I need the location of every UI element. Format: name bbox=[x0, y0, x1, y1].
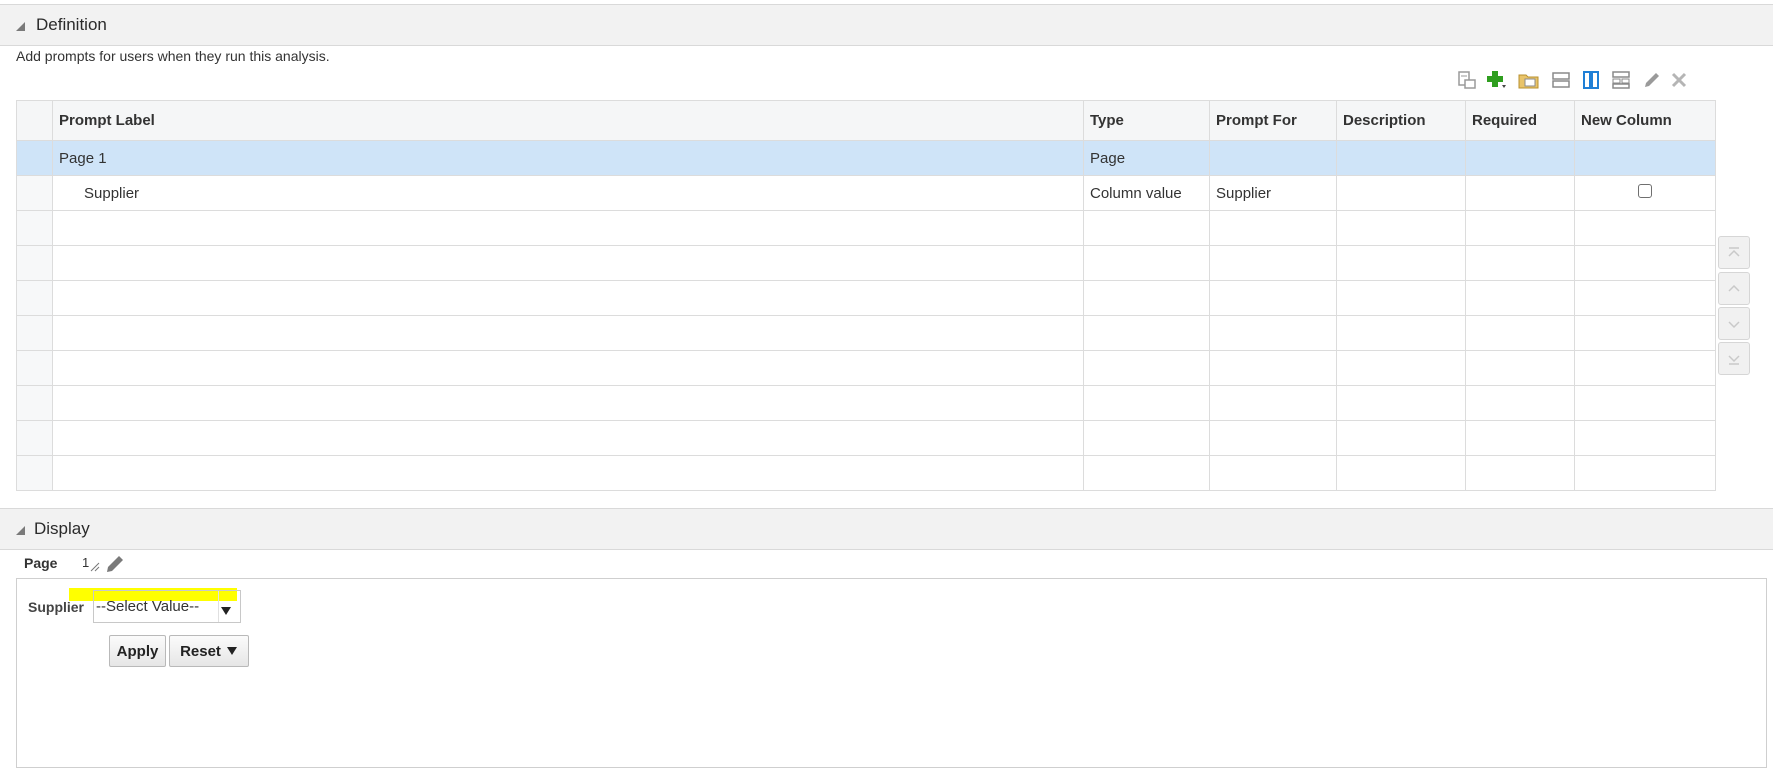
reset-button[interactable]: Reset bbox=[169, 635, 249, 667]
cell-required bbox=[1465, 175, 1575, 211]
row-selector[interactable] bbox=[16, 175, 53, 211]
chevron-down-icon bbox=[1728, 320, 1740, 328]
column-layout-icon[interactable] bbox=[1579, 68, 1603, 92]
cell-prompt-for bbox=[1209, 140, 1337, 176]
column-header-required[interactable]: Required bbox=[1465, 100, 1575, 141]
definition-title: Definition bbox=[36, 15, 107, 34]
table-header-row: Prompt Label Type Prompt For Description… bbox=[16, 100, 1716, 141]
empty-row bbox=[16, 350, 1716, 386]
column-header-type[interactable]: Type bbox=[1083, 100, 1210, 141]
supplier-select[interactable]: --Select Value-- bbox=[93, 590, 241, 623]
collapse-triangle-icon[interactable] bbox=[16, 526, 25, 535]
display-title: Display bbox=[34, 519, 90, 538]
row-selector-header bbox=[16, 100, 53, 141]
definition-header[interactable]: Definition bbox=[0, 4, 1773, 46]
column-header-prompt-for[interactable]: Prompt For bbox=[1209, 100, 1337, 141]
preview-icon[interactable] bbox=[1455, 68, 1479, 92]
collapse-triangle-icon[interactable] bbox=[16, 22, 25, 31]
move-up-button[interactable] bbox=[1718, 272, 1750, 305]
delete-x-icon[interactable] bbox=[1667, 68, 1691, 92]
cell-new-column bbox=[1574, 175, 1716, 211]
empty-row bbox=[16, 245, 1716, 281]
cell-prompt-for: Supplier bbox=[1209, 175, 1337, 211]
move-down-button[interactable] bbox=[1718, 307, 1750, 340]
new-column-checkbox[interactable] bbox=[1638, 184, 1652, 198]
empty-row bbox=[16, 455, 1716, 491]
reset-dropdown-icon bbox=[226, 647, 237, 655]
move-bottom-icon bbox=[1728, 354, 1740, 365]
display-header[interactable]: Display bbox=[0, 508, 1773, 550]
move-to-bottom-button[interactable] bbox=[1718, 342, 1750, 375]
apply-button[interactable]: Apply bbox=[109, 635, 166, 667]
grid-layout-icon[interactable] bbox=[1609, 68, 1633, 92]
prompt-preview-area: Supplier --Select Value-- Apply Reset bbox=[16, 578, 1767, 768]
row-layout-icon[interactable] bbox=[1549, 68, 1573, 92]
dropdown-arrow-icon[interactable] bbox=[220, 603, 232, 621]
cell-required bbox=[1465, 140, 1575, 176]
row-selector[interactable] bbox=[16, 140, 53, 176]
move-to-top-button[interactable] bbox=[1718, 236, 1750, 269]
open-folder-icon[interactable] bbox=[1517, 68, 1541, 92]
empty-row bbox=[16, 420, 1716, 456]
table-row[interactable]: Supplier Column value Supplier bbox=[16, 175, 1716, 211]
definition-description: Add prompts for users when they run this… bbox=[16, 48, 330, 64]
cell-type: Page bbox=[1083, 140, 1210, 176]
cell-description bbox=[1336, 140, 1466, 176]
edit-page-pencil-icon[interactable] bbox=[104, 553, 126, 578]
prompts-table: Prompt Label Type Prompt For Description… bbox=[16, 100, 1716, 491]
cell-description bbox=[1336, 175, 1466, 211]
column-header-prompt-label[interactable]: Prompt Label bbox=[52, 100, 1084, 141]
resize-handle-icon bbox=[90, 559, 100, 575]
empty-row bbox=[16, 210, 1716, 246]
empty-row bbox=[16, 315, 1716, 351]
reset-label: Reset bbox=[180, 642, 221, 660]
page-number[interactable]: 1 bbox=[82, 555, 89, 570]
column-header-description[interactable]: Description bbox=[1336, 100, 1466, 141]
cell-prompt-label: Page 1 bbox=[52, 140, 1084, 176]
chevron-up-icon bbox=[1728, 284, 1740, 292]
select-placeholder: --Select Value-- bbox=[96, 598, 200, 615]
add-new-prompt-icon[interactable] bbox=[1485, 68, 1509, 92]
page-label: Page bbox=[24, 555, 58, 571]
table-row[interactable]: Page 1 Page bbox=[16, 140, 1716, 176]
supplier-prompt-label: Supplier bbox=[28, 599, 85, 615]
cell-new-column bbox=[1574, 140, 1716, 176]
edit-pencil-icon[interactable] bbox=[1640, 68, 1664, 92]
empty-row bbox=[16, 280, 1716, 316]
move-top-icon bbox=[1728, 246, 1740, 257]
cell-type: Column value bbox=[1083, 175, 1210, 211]
empty-row bbox=[16, 385, 1716, 421]
column-header-new-column[interactable]: New Column bbox=[1574, 100, 1716, 141]
cell-prompt-label: Supplier bbox=[52, 175, 1084, 211]
